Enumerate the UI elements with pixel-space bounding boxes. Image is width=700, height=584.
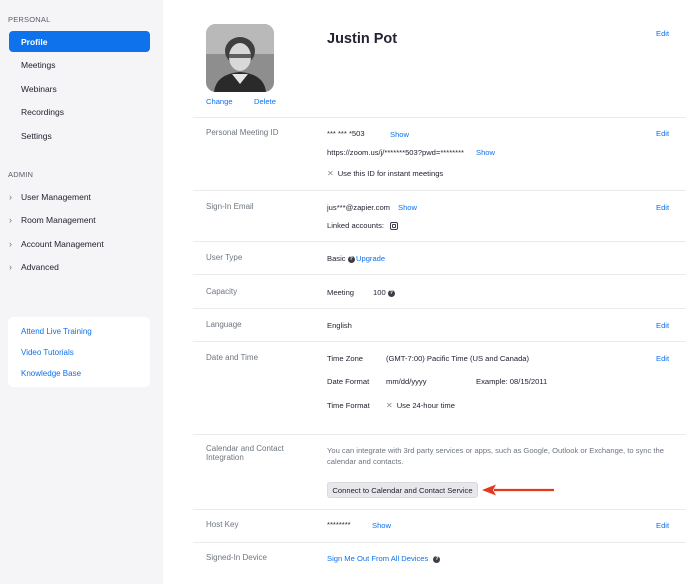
sidebar-item-recordings[interactable]: Recordings <box>9 101 150 122</box>
admin-section-title: ADMIN <box>8 170 34 179</box>
host-key-show-link[interactable]: Show <box>372 521 391 530</box>
edit-host-key-link[interactable]: Edit <box>656 521 669 530</box>
delete-photo-link[interactable]: Delete <box>254 97 276 106</box>
time-format-text: Use 24-hour time <box>396 401 455 410</box>
chevron-right-icon: › <box>9 239 12 249</box>
date-format-example: Example: 08/15/2011 <box>476 377 548 386</box>
edit-profile-link[interactable]: Edit <box>656 29 669 38</box>
help-icon[interactable]: ? <box>433 555 441 563</box>
calendar-description-line1: You can integrate with 3rd party service… <box>327 446 664 455</box>
divider <box>193 274 686 275</box>
divider <box>193 241 686 242</box>
language-value: English <box>327 321 352 330</box>
pmi-value: *** *** *503 <box>327 129 365 138</box>
time-format-option: ✕ Use 24-hour time <box>386 401 455 410</box>
date-time-label: Date and Time <box>206 353 259 362</box>
time-format-label: Time Format <box>327 401 370 410</box>
annotation-arrow-icon <box>482 484 554 496</box>
divider <box>193 542 686 543</box>
sidebar-item-account-management[interactable]: › Account Management <box>9 236 104 252</box>
host-key-value: ******** <box>327 520 351 529</box>
sidebar-item-advanced[interactable]: › Advanced <box>9 259 59 275</box>
edit-language-link[interactable]: Edit <box>656 321 669 330</box>
sidebar-item-label: Account Management <box>21 239 104 249</box>
sidebar-item-label: Advanced <box>21 262 59 272</box>
pmi-url-show-link[interactable]: Show <box>476 148 495 157</box>
capacity-count: 100 <box>373 288 386 297</box>
chevron-right-icon: › <box>9 192 12 202</box>
date-format-label: Date Format <box>327 377 370 386</box>
linked-accounts-label: Linked accounts: <box>327 221 384 230</box>
divider <box>193 509 686 510</box>
x-icon: ✕ <box>386 401 393 410</box>
divider <box>193 308 686 309</box>
time-zone-label: Time Zone <box>327 354 364 363</box>
profile-main: Change Delete Justin Pot Edit Personal M… <box>163 0 700 584</box>
chevron-right-icon: › <box>9 215 12 225</box>
connect-calendar-button[interactable]: Connect to Calendar and Contact Service <box>327 482 478 498</box>
sidebar: PERSONAL Profile Meetings Webinars Recor… <box>0 0 163 584</box>
divider <box>193 434 686 435</box>
instant-meetings-text: Use this ID for instant meetings <box>337 169 444 178</box>
pmi-url: https://zoom.us/j/*******503?pwd=*******… <box>327 148 464 157</box>
x-icon: ✕ <box>327 169 334 178</box>
calendar-description-line2: calendar and contacts. <box>327 457 404 466</box>
pmi-label: Personal Meeting ID <box>206 128 279 137</box>
pmi-show-link[interactable]: Show <box>390 130 409 139</box>
capacity-meeting-label: Meeting <box>327 288 355 297</box>
sidebar-item-profile[interactable]: Profile <box>9 31 150 52</box>
language-label: Language <box>206 320 242 329</box>
sidebar-item-user-management[interactable]: › User Management <box>9 189 91 205</box>
help-icon[interactable]: ? <box>347 255 355 263</box>
date-format-value: mm/dd/yyyy <box>386 377 427 386</box>
zoom-account-icon <box>390 222 399 230</box>
sidebar-item-webinars[interactable]: Webinars <box>9 78 150 99</box>
sidebar-item-label: User Management <box>21 192 91 202</box>
profile-name: Justin Pot <box>327 31 398 47</box>
linked-accounts: Linked accounts: <box>327 221 399 230</box>
sidebar-item-meetings[interactable]: Meetings <box>9 54 150 75</box>
sign-out-text: Sign Me Out From All Devices <box>327 554 429 563</box>
personal-section-title: PERSONAL <box>8 15 51 24</box>
user-type-label: User Type <box>206 253 243 262</box>
divider <box>193 190 686 191</box>
sidebar-item-label: Room Management <box>21 215 96 225</box>
edit-date-time-link[interactable]: Edit <box>656 354 669 363</box>
edit-pmi-link[interactable]: Edit <box>656 129 669 138</box>
sidebar-item-settings[interactable]: Settings <box>9 125 150 146</box>
knowledge-base-link[interactable]: Knowledge Base <box>21 369 81 378</box>
divider <box>193 341 686 342</box>
signed-in-device-label: Signed-In Device <box>206 553 267 562</box>
email-value: jus***@zapier.com <box>327 203 391 212</box>
calendar-label-line2: Integration <box>206 453 244 462</box>
edit-email-link[interactable]: Edit <box>656 203 669 212</box>
calendar-label-line1: Calendar and Contact <box>206 444 284 453</box>
instant-meetings-option: ✕ Use this ID for instant meetings <box>327 169 443 178</box>
capacity-value: 100 ? <box>373 288 395 297</box>
video-tutorials-link[interactable]: Video Tutorials <box>21 348 74 357</box>
sidebar-item-room-management[interactable]: › Room Management <box>9 212 96 228</box>
user-type-value: Basic ? <box>327 254 355 263</box>
capacity-label: Capacity <box>206 287 238 296</box>
host-key-label: Host Key <box>206 520 239 529</box>
chevron-right-icon: › <box>9 262 12 272</box>
avatar-photo <box>206 24 274 92</box>
email-show-link[interactable]: Show <box>398 203 417 212</box>
email-label: Sign-In Email <box>206 202 254 211</box>
sign-out-all-devices-link[interactable]: Sign Me Out From All Devices ? <box>327 554 441 563</box>
avatar[interactable] <box>206 24 274 92</box>
user-type-text: Basic <box>327 254 346 263</box>
change-photo-link[interactable]: Change <box>206 97 233 106</box>
divider <box>193 117 686 118</box>
help-links-card: Attend Live Training Video Tutorials Kno… <box>8 317 150 387</box>
help-icon[interactable]: ? <box>387 289 395 297</box>
upgrade-link[interactable]: Upgrade <box>356 254 385 263</box>
time-zone-value: (GMT-7:00) Pacific Time (US and Canada) <box>386 354 530 363</box>
attend-live-training-link[interactable]: Attend Live Training <box>21 327 92 336</box>
